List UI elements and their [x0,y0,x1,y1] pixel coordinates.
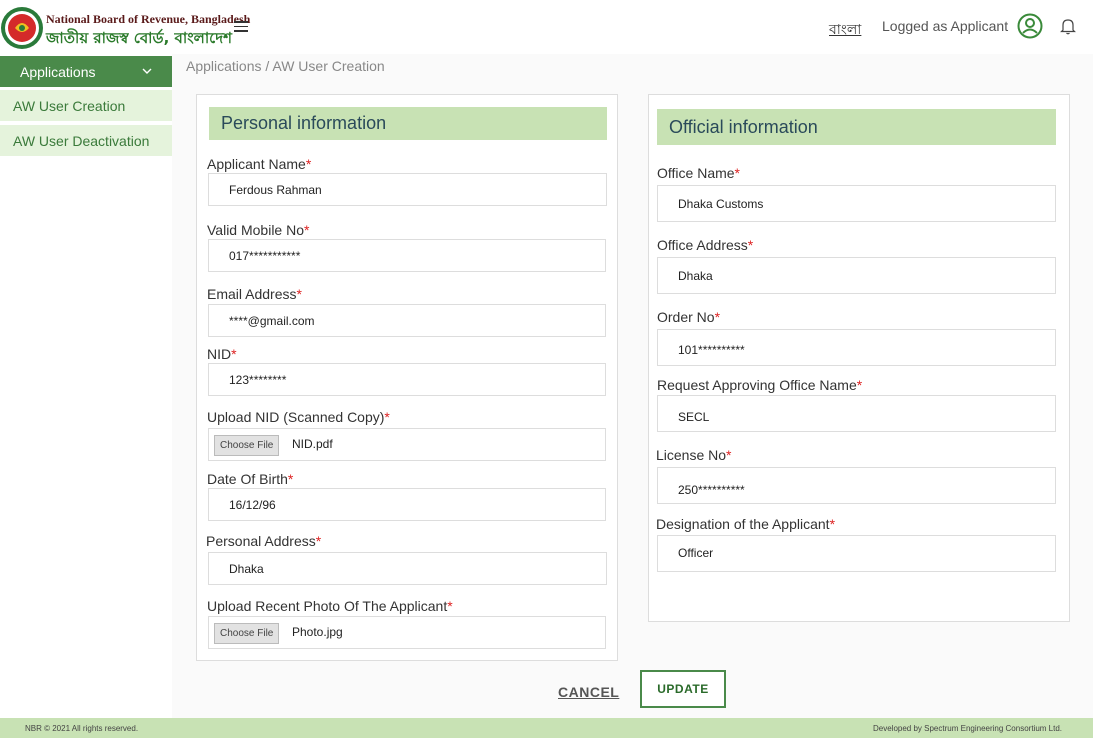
official-info-panel: Official information Office Name* Dhaka … [648,94,1070,622]
sidebar-item-aw-user-deactivation[interactable]: AW User Deactivation [0,125,172,156]
sidebar-item-label: AW User Deactivation [13,133,150,149]
footer: NBR © 2021 All rights reserved. Develope… [0,718,1093,738]
update-button[interactable]: UPDATE [640,670,726,708]
approving-office-label: Request Approving Office Name* [657,377,863,393]
dob-input[interactable]: 16/12/96 [208,488,606,521]
order-no-input[interactable]: 101********** [657,329,1056,366]
license-no-label: License No* [656,447,732,463]
nbr-logo-icon [1,7,43,49]
sidebar-applications-label: Applications [20,64,96,80]
office-address-input[interactable]: Dhaka [657,257,1056,294]
office-name-label: Office Name* [657,165,740,181]
mobile-label: Valid Mobile No* [207,222,310,238]
nid-label: NID* [207,346,237,362]
approving-office-input[interactable]: SECL [657,395,1056,432]
photo-upload-input[interactable]: Choose File Photo.jpg [208,616,606,649]
official-info-title: Official information [657,109,1056,145]
order-no-label: Order No* [657,309,721,325]
photo-file-name: Photo.jpg [292,625,343,639]
nid-input[interactable]: 123******** [208,363,606,396]
email-input[interactable]: ****@gmail.com [208,304,606,337]
sidebar-item-label: AW User Creation [13,98,126,114]
personal-info-title: Personal information [209,107,607,140]
address-label: Personal Address* [206,533,322,549]
sidebar-applications-dropdown[interactable]: Applications [0,56,172,87]
applicant-name-input[interactable]: Ferdous Rahman [208,173,607,206]
personal-info-panel: Personal information Applicant Name* Fer… [196,94,618,661]
nid-upload-input[interactable]: Choose File NID.pdf [208,428,606,461]
hamburger-menu-icon[interactable] [234,21,248,33]
brand-title-bn: জাতীয় রাজস্ব বোর্ড, বাংলাদেশ [46,29,232,47]
photo-choose-file-button[interactable]: Choose File [214,623,280,644]
logged-as-text: Logged as Applicant [882,18,1009,34]
photo-upload-label: Upload Recent Photo Of The Applicant* [207,598,453,614]
user-avatar-icon[interactable] [1017,13,1043,39]
nid-upload-label: Upload NID (Scanned Copy)* [207,409,390,425]
nid-file-name: NID.pdf [292,437,333,451]
designation-label: Designation of the Applicant* [656,516,836,532]
office-address-label: Office Address* [657,237,754,253]
language-toggle-link[interactable]: বাংলা [829,18,861,42]
sidebar: Applications AW User Creation AW User De… [0,54,172,718]
app-header: National Board of Revenue, Bangladesh জা… [0,0,1093,54]
cancel-button[interactable]: CANCEL [558,684,619,700]
footer-developer: Developed by Spectrum Engineering Consor… [873,724,1062,733]
main-content: Applications / AW User Creation Personal… [172,54,1093,718]
footer-copyright: NBR © 2021 All rights reserved. [25,724,139,733]
nid-choose-file-button[interactable]: Choose File [214,435,280,456]
license-no-input[interactable]: 250********** [657,467,1056,504]
designation-input[interactable]: Officer [657,535,1056,572]
breadcrumb: Applications / AW User Creation [186,58,385,74]
sidebar-item-aw-user-creation[interactable]: AW User Creation [0,90,172,121]
brand-title-en: National Board of Revenue, Bangladesh [46,12,251,26]
mobile-input[interactable]: 017*********** [208,239,606,272]
notification-bell-icon[interactable] [1060,17,1076,35]
address-input[interactable]: Dhaka [208,552,607,585]
office-name-input[interactable]: Dhaka Customs [657,185,1056,222]
applicant-name-label: Applicant Name* [207,156,312,172]
chevron-down-icon [142,68,152,74]
dob-label: Date Of Birth* [207,471,294,487]
email-label: Email Address* [207,286,302,302]
